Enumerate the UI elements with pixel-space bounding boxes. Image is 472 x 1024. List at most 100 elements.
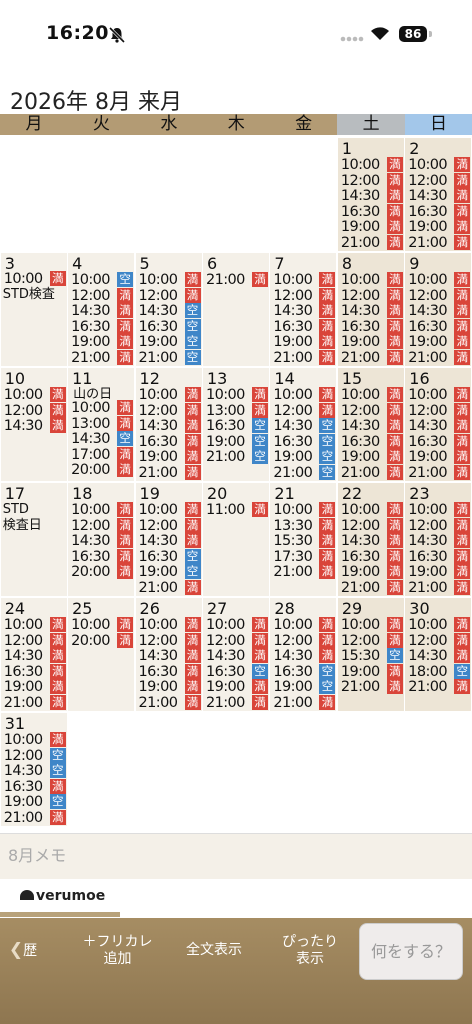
time-slot[interactable]: 12:00 満 [71,517,134,534]
day-cell[interactable]: 19 10:00 満 12:00 満 14:30 満 16:30 空 19:00 空 21:00 満 [135,483,202,596]
day-cell[interactable]: 16 10:00 満 12:00 満 14:30 満 16:30 満 19:00 満 21:00 満 [405,368,472,481]
time-slot[interactable]: 14:30 満 [341,303,403,319]
time-slot[interactable]: 12:00 満 [206,632,268,649]
day-cell[interactable]: 12 10:00 満 12:00 満 14:30 満 16:30 満 19:00 満 21:00 満 [135,368,202,481]
time-slot[interactable]: 12:00 満 [341,517,403,534]
time-slot[interactable]: 12:00 満 [408,517,471,534]
day-cell[interactable]: 22 10:00 満 12:00 満 14:30 満 16:30 満 19:00 満 21:00 満 [337,483,404,596]
time-slot[interactable]: 14:30 満 [71,303,134,319]
day-cell[interactable]: 1 10:00 満 12:00 満 14:30 満 16:30 満 19:00 満 21:00 満 [337,138,404,251]
time-slot[interactable]: 10:00 満 [341,272,403,288]
time-slot[interactable]: 12:00 満 [273,287,336,304]
action-button[interactable]: 何をする？ [359,923,463,980]
time-slot[interactable]: 10:00 満 [4,617,66,633]
time-slot[interactable]: 19:00 満 [139,449,201,465]
day-cell[interactable]: 3 STD検査 10:00 満 [0,253,67,366]
day-cell[interactable]: 28 10:00 満 12:00 満 14:30 満 16:30 空 19:00 空 21:00 満 [270,598,337,711]
day-cell[interactable]: 2 10:00 満 12:00 満 14:30 満 16:30 満 19:00 満 21:00 満 [405,138,472,251]
time-slot[interactable]: 10:00 満 [408,502,471,518]
time-slot[interactable]: 19:00 満 [341,564,403,580]
time-slot[interactable]: 12:00 満 [139,287,201,304]
month-title[interactable]: 2026年 8月 来月 [10,84,182,116]
time-slot[interactable]: 14:30 満 [273,648,336,664]
time-slot[interactable]: 12:00 満 [408,287,471,304]
time-slot[interactable]: 14:30 空 [273,418,336,434]
day-cell[interactable]: 7 10:00 満 12:00 満 14:30 満 16:30 満 19:00 満 21:00 満 [270,253,337,366]
time-slot[interactable]: 16:30 満 [408,433,471,450]
time-slot[interactable]: 10:00 満 [206,617,268,633]
time-slot[interactable]: 14:30 満 [139,418,201,434]
time-slot[interactable]: 16:30 満 [4,778,66,795]
time-slot[interactable]: 15:30 満 [273,533,336,549]
day-cell[interactable]: 25 10:00 満 20:00 満 [68,598,135,711]
time-slot[interactable]: 11:00 満 [206,502,268,518]
time-slot[interactable]: 16:30 満 [408,318,471,335]
time-slot[interactable]: 13:00 満 [206,402,268,419]
time-slot[interactable]: 10:00 満 [71,502,134,518]
time-slot[interactable]: 16:30 空 [273,663,336,680]
time-slot[interactable]: 21:00 満 [408,679,471,695]
day-cell[interactable]: 23 10:00 満 12:00 満 14:30 満 16:30 満 19:00 満 21:00 満 [405,483,472,596]
day-cell[interactable]: 24 10:00 満 12:00 満 14:30 満 16:30 満 19:00 満 21:00 満 [0,598,67,711]
time-slot[interactable]: 16:30 空 [273,433,336,450]
time-slot[interactable]: 14:30 満 [206,648,268,664]
time-slot[interactable]: 19:00 空 [273,679,336,695]
time-slot[interactable]: 12:00 満 [341,172,403,189]
time-slot[interactable]: 19:00 満 [206,679,268,695]
time-slot[interactable]: 18:00 空 [408,663,471,680]
time-slot[interactable]: 20:00 満 [71,564,134,580]
day-cell[interactable]: 15 10:00 満 12:00 満 14:30 満 16:30 満 19:00 満 21:00 満 [337,368,404,481]
time-slot[interactable]: 16:30 満 [408,203,471,220]
day-cell[interactable]: 9 10:00 満 12:00 満 14:30 満 16:30 満 19:00 満 21:00 満 [405,253,472,366]
time-slot[interactable]: 10:00 満 [341,617,403,633]
time-slot[interactable]: 10:00 満 [341,387,403,403]
time-slot[interactable]: 21:00 満 [273,564,336,580]
time-slot[interactable]: 21:00 満 [71,349,134,366]
time-slot[interactable]: 21:00 満 [341,234,403,251]
time-slot[interactable]: 12:00 満 [139,517,201,534]
time-slot[interactable]: 10:00 満 [408,387,471,403]
time-slot[interactable]: 16:30 空 [206,663,268,680]
day-cell[interactable]: 10 10:00 満 12:00 満 14:30 満 [0,368,67,481]
time-slot[interactable]: 14:30 空 [139,303,201,319]
time-slot[interactable]: 20:00 満 [71,462,134,478]
day-cell[interactable]: 4 10:00 空 12:00 満 14:30 満 16:30 満 19:00 満 21:00 満 [68,253,135,366]
time-slot[interactable]: 12:00 満 [273,632,336,649]
time-slot[interactable]: 14:30 満 [139,648,201,664]
day-cell[interactable]: 30 10:00 満 12:00 満 14:30 満 18:00 空 21:00 満 [405,598,472,711]
time-slot[interactable]: 19:00 満 [4,679,66,695]
time-slot[interactable]: 12:00 満 [139,402,201,419]
time-slot[interactable]: 13:00 満 [71,415,134,432]
time-slot[interactable]: 19:00 満 [341,219,403,235]
time-slot[interactable]: 12:00 満 [4,402,66,419]
time-slot[interactable]: 14:30 満 [408,648,471,664]
time-slot[interactable]: 19:00 満 [408,334,471,350]
time-slot[interactable]: 21:00 満 [273,694,336,711]
time-slot[interactable]: 21:00 満 [341,464,403,481]
time-slot[interactable]: 10:00 満 [139,387,201,403]
time-slot[interactable]: 19:00 満 [408,219,471,235]
time-slot[interactable]: 12:00 満 [71,287,134,304]
time-slot[interactable]: 13:30 満 [273,517,336,534]
day-cell[interactable]: 29 10:00 満 12:00 満 15:30 空 19:00 満 21:00 満 [337,598,404,711]
time-slot[interactable]: 10:00 満 [4,387,66,403]
history-back-button[interactable]: ❮歴 [3,942,43,960]
time-slot[interactable]: 21:00 満 [341,679,403,695]
time-slot[interactable]: 15:30 空 [341,648,403,664]
day-cell[interactable]: 13 10:00 満 13:00 満 16:30 空 19:00 空 21:00 空 [202,368,269,481]
time-slot[interactable]: 19:00 満 [341,334,403,350]
time-slot[interactable]: 14:30 空 [71,431,134,447]
fit-display-button[interactable]: ぴったり 表示 [265,934,355,968]
time-slot[interactable]: 21:00 満 [139,694,201,711]
time-slot[interactable]: 14:30 満 [4,648,66,664]
day-cell[interactable]: 21 10:00 満 13:30 満 15:30 満 17:30 満 21:00 満 [270,483,337,596]
time-slot[interactable]: 12:00 満 [408,172,471,189]
day-cell[interactable]: 11 山の日 10:00 満 13:00 満 14:30 空 17:00 満 20:00 満 [68,368,135,481]
time-slot[interactable]: 19:00 空 [4,794,66,810]
time-slot[interactable]: 16:30 空 [139,548,201,565]
time-slot[interactable]: 14:30 満 [408,188,471,204]
time-slot[interactable]: 16:30 満 [273,318,336,335]
time-slot[interactable]: 16:30 満 [408,548,471,565]
time-slot[interactable]: 10:00 満 [273,387,336,403]
time-slot[interactable]: 12:00 満 [341,632,403,649]
